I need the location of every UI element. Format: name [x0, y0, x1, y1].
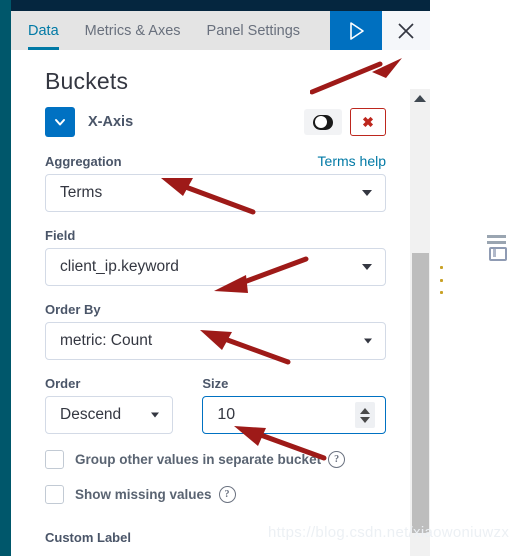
order-label: Order: [45, 376, 81, 391]
bucket-delete-button[interactable]: ✖: [350, 108, 386, 136]
play-triangle-icon: [350, 21, 364, 40]
red-x-icon: ✖: [362, 113, 374, 130]
size-column: Size 10: [192, 360, 386, 434]
order-select[interactable]: Descend: [45, 396, 174, 434]
bucket-title: X-Axis: [88, 114, 134, 130]
order-by-label: Order By: [45, 302, 101, 317]
size-label: Size: [202, 376, 229, 391]
help-circle-icon[interactable]: ?: [218, 486, 236, 503]
show-missing-values-checkbox[interactable]: [45, 485, 64, 504]
chevron-down-icon: [55, 119, 65, 126]
field-select[interactable]: client_ip.keyword: [45, 248, 386, 286]
toggle-switch-on-icon: [313, 114, 333, 130]
aggregation-label-row: Aggregation Terms help: [45, 153, 386, 169]
custom-label-label: Custom Label: [45, 530, 131, 545]
order-by-value: metric: Count: [60, 332, 153, 349]
editor-tabbar: Data Metrics & Axes Panel Settings: [11, 11, 430, 50]
tab-metrics-axes[interactable]: Metrics & Axes: [72, 11, 194, 50]
scrollbar-thumb[interactable]: [412, 253, 429, 533]
aggregation-select[interactable]: Terms: [45, 174, 386, 212]
tabbar-actions: [330, 11, 430, 50]
chevron-down-icon: [362, 190, 372, 196]
order-by-select[interactable]: metric: Count: [45, 322, 386, 360]
mini-chart-legend-icon: [485, 233, 509, 261]
panel-resize-handle[interactable]: [437, 266, 445, 294]
bucket-collapse-button[interactable]: [45, 107, 75, 137]
aggregation-value: Terms: [60, 184, 103, 201]
global-header-strip: [11, 0, 430, 11]
bucket-header-actions: ✖: [304, 108, 386, 136]
size-input[interactable]: 10: [202, 396, 386, 434]
order-value: Descend: [60, 406, 122, 423]
close-x-icon: [398, 22, 414, 39]
chevron-down-icon: [364, 338, 372, 344]
close-editor-button[interactable]: [382, 11, 430, 50]
apply-changes-button[interactable]: [330, 11, 382, 50]
field-label: Field: [45, 228, 76, 243]
group-other-values-checkbox[interactable]: [45, 450, 64, 469]
size-value: 10: [217, 406, 236, 423]
show-missing-values-row[interactable]: Show missing values ?: [45, 485, 386, 504]
editor-scroll-content: Buckets X-Axis ✖ Aggregation Terms help …: [11, 50, 410, 556]
editor-panel: Data Metrics & Axes Panel Settings Bucke…: [11, 11, 430, 556]
tab-data[interactable]: Data: [11, 11, 72, 50]
field-value: client_ip.keyword: [60, 258, 179, 275]
global-left-rail: [0, 0, 11, 556]
group-other-values-label: Group other values in separate bucket: [75, 452, 322, 467]
buckets-section-title: Buckets: [45, 68, 129, 94]
order-column: Order Descend: [35, 360, 174, 434]
chevron-down-icon: [362, 264, 372, 270]
terms-help-link[interactable]: Terms help: [318, 153, 386, 169]
editor-body: Buckets X-Axis ✖ Aggregation Terms help …: [11, 50, 430, 556]
aggregation-label: Aggregation: [45, 154, 122, 169]
help-circle-icon[interactable]: ?: [328, 451, 346, 468]
bucket-header-row: X-Axis ✖: [45, 107, 386, 137]
quantity-stepper[interactable]: [355, 402, 375, 428]
bucket-enable-toggle[interactable]: [304, 109, 342, 135]
tab-panel-settings[interactable]: Panel Settings: [194, 11, 314, 50]
stepper-up-icon[interactable]: [360, 407, 370, 414]
stepper-down-icon[interactable]: [360, 416, 370, 423]
visualization-editor-window: Data Metrics & Axes Panel Settings Bucke…: [0, 0, 522, 556]
show-missing-values-label: Show missing values: [75, 487, 212, 502]
order-size-row: Order Descend Size 10: [35, 360, 386, 434]
tab-metrics-axes-label: Metrics & Axes: [84, 22, 181, 39]
scroll-up-arrow-icon[interactable]: [414, 95, 426, 102]
editor-scrollbar[interactable]: [410, 89, 430, 556]
tab-panel-settings-label: Panel Settings: [206, 22, 301, 39]
chevron-down-icon: [151, 412, 160, 418]
tab-data-label: Data: [28, 22, 59, 39]
group-other-values-row[interactable]: Group other values in separate bucket ?: [45, 450, 386, 469]
